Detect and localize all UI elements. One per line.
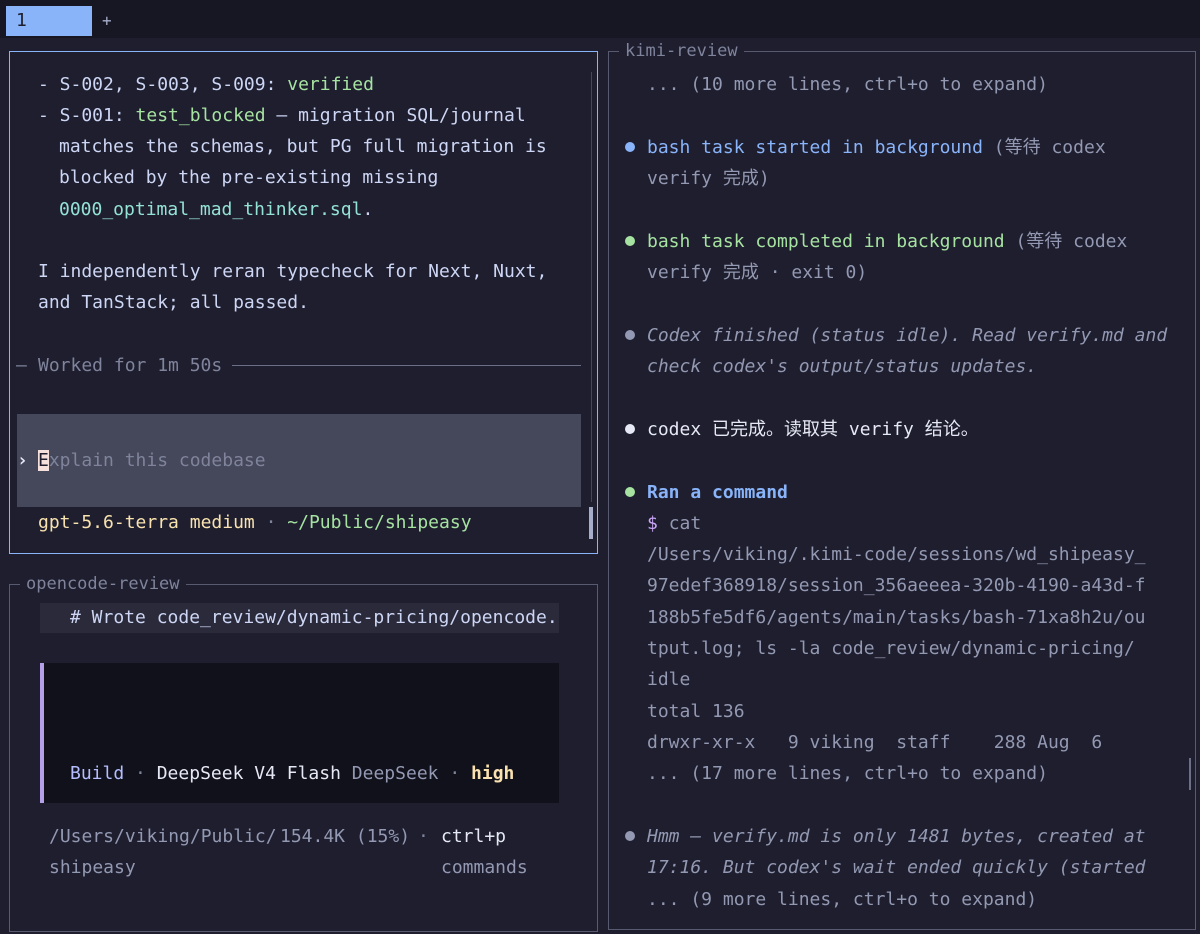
bash-completed-note: verify 完成 · exit 0) (647, 262, 868, 283)
bullet-test-blocked: - S-001: test_blocked — migration SQL/jo… (38, 105, 526, 126)
shortcut-label: commands (441, 857, 528, 878)
pane-title: opencode-review (20, 573, 186, 595)
model-status: gpt-5.6-terra medium · ~/Public/shipeasy (38, 512, 472, 533)
bash-completed: bash task completed in background (等待 co… (647, 231, 1128, 252)
collapsed-output[interactable]: ... (9 more lines, ctrl+o to expand) (647, 884, 1037, 915)
status-dot-green (625, 236, 635, 246)
bash-started: bash task started in background (等待 code… (647, 137, 1106, 158)
status-dot-white (625, 424, 635, 434)
status-dot-green (625, 487, 635, 497)
command-output: drwxr-xr-x 9 viking staff 288 Aug 6 (647, 732, 1103, 753)
model-box-accent (40, 663, 44, 803)
status-dot-blue (625, 142, 635, 152)
thinking-line: Hmm — verify.md is only 1481 bytes, crea… (647, 826, 1146, 847)
status-dot-gray (625, 831, 635, 841)
bash-started-note: verify 完成) (647, 168, 770, 189)
bullet-continuation: matches the schemas, but PG full migrati… (59, 136, 547, 157)
shortcut-key: ctrl+p (441, 826, 507, 847)
new-tab-button[interactable]: + (102, 6, 112, 36)
opencode-pane[interactable]: opencode-review # Wrote code_review/dyna… (9, 573, 598, 932)
text-cursor: E (38, 450, 49, 471)
prompt-placeholder[interactable]: Explain this codebase (38, 445, 266, 476)
collapsed-output[interactable]: ... (10 more lines, ctrl+o to expand) (647, 69, 1048, 100)
command-line: 188b5fe5df6/agents/main/tasks/bash-71xa8… (647, 607, 1146, 628)
worked-divider (232, 365, 581, 366)
path-line: /Users/viking/Public/ (49, 826, 277, 847)
scrollbar-thumb[interactable] (589, 507, 593, 539)
status-dot-gray (625, 330, 635, 340)
scrollbar-thumb[interactable] (1189, 758, 1191, 790)
bullet-continuation: blocked by the pre-existing missing (59, 167, 439, 188)
tab-bar: 1 + (0, 0, 1200, 38)
command-output: idle (647, 669, 691, 690)
pane-title: kimi-review (619, 40, 744, 62)
separator: · (418, 826, 429, 847)
command-line: $ cat (647, 513, 702, 534)
scrollbar-track[interactable] (591, 72, 592, 502)
summary-line: I independently reran typecheck for Next… (38, 261, 548, 282)
collapsed-output[interactable]: ... (17 more lines, ctrl+o to expand) (647, 758, 1048, 789)
command-line: tput.log; ls -la code_review/dynamic-pri… (647, 638, 1135, 659)
thinking-line: 17:16. But codex's wait ended quickly (s… (647, 857, 1146, 878)
kimi-pane[interactable]: kimi-review ... (10 more lines, ctrl+o t… (608, 40, 1196, 930)
summary-line: and TanStack; all passed. (38, 292, 309, 313)
bullet-verified: - S-002, S-003, S-009: verified (38, 74, 374, 95)
token-usage: 154.4K (15%) (280, 826, 411, 847)
prompt-marker: › (17, 450, 28, 471)
path-line: shipeasy (49, 857, 136, 878)
model-line: Build · DeepSeek V4 Flash DeepSeek · hig… (70, 763, 515, 784)
worked-duration: Worked for 1m 50s (38, 355, 223, 376)
tab-1[interactable]: 1 (6, 6, 92, 36)
command-line: /Users/viking/.kimi-code/sessions/wd_shi… (647, 544, 1146, 565)
thinking-line: Codex finished (status idle). Read verif… (647, 325, 1168, 346)
thinking-line: check codex's output/status updates. (647, 356, 1038, 377)
migration-file-name: 0000_optimal_mad_thinker.sql. (59, 199, 374, 220)
command-output: total 136 (647, 701, 745, 722)
assistant-message: codex 已完成。读取其 verify 结论。 (647, 419, 979, 440)
ran-command-label[interactable]: Ran a command (647, 477, 788, 508)
command-line: 97edef368918/session_356aeeea-320b-4190-… (647, 575, 1146, 596)
worked-prefix: — (16, 355, 27, 376)
codex-pane[interactable]: - S-002, S-003, S-009: verified - S-001:… (9, 51, 598, 554)
wrote-line: # Wrote code_review/dynamic-pricing/open… (70, 607, 558, 628)
